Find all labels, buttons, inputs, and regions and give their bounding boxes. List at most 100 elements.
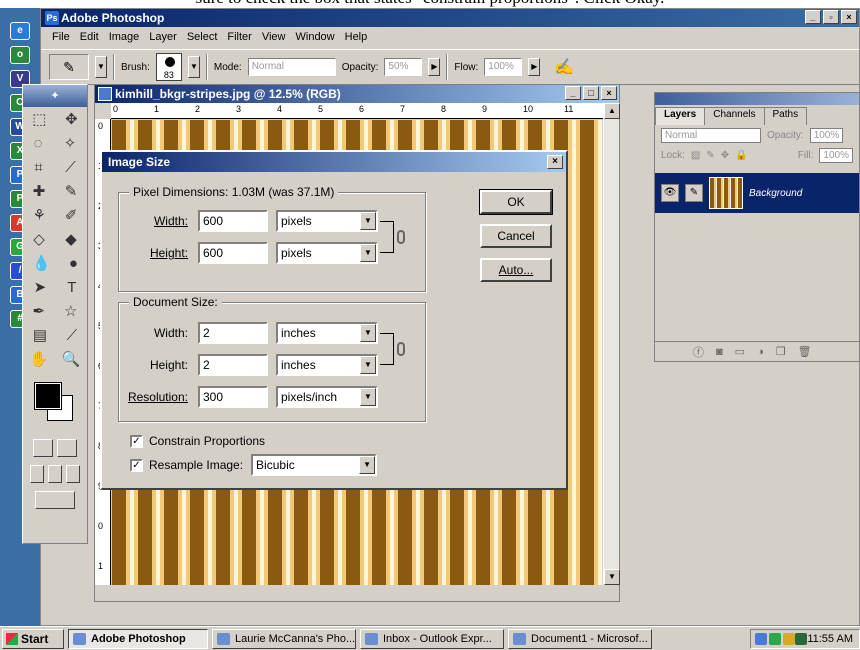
menu-file[interactable]: File	[47, 31, 75, 43]
close-icon[interactable]: ×	[841, 10, 857, 24]
blend-mode-select[interactable]: Normal	[661, 127, 761, 143]
clone-stamp-tool-icon[interactable]: ⚘	[32, 206, 45, 224]
adjustment-layer-icon[interactable]: ◑	[757, 346, 764, 358]
magic-wand-tool-icon[interactable]: ✧	[64, 134, 77, 152]
opacity-input[interactable]: 50%	[384, 58, 423, 76]
pixel-height-input[interactable]: 600	[198, 242, 268, 264]
menu-filter[interactable]: Filter	[222, 31, 256, 43]
layer-style-icon[interactable]: ⓕ	[693, 344, 704, 360]
resample-image-row[interactable]: ✓ Resample Image: Bicubic ▼	[130, 454, 378, 476]
task-word[interactable]: Document1 - Microsof...	[508, 628, 652, 649]
airbrush-icon[interactable]: ✍	[554, 57, 574, 77]
crop-tool-icon[interactable]: ⌗	[34, 159, 42, 176]
shape-tool-icon[interactable]: ☆	[64, 302, 77, 320]
eye-icon[interactable]: 👁	[661, 184, 679, 202]
hand-tool-icon[interactable]: ✋	[30, 350, 49, 368]
flow-slider-arrow-icon[interactable]: ▶	[528, 58, 541, 76]
vertical-scrollbar[interactable]: ▲ ▼	[603, 103, 620, 585]
resolution-unit-select[interactable]: pixels/inch ▼	[276, 386, 378, 408]
eyedropper-tool-icon[interactable]: ⟋	[67, 327, 78, 344]
menu-help[interactable]: Help	[340, 31, 373, 43]
outlook-icon[interactable]: o	[10, 46, 30, 64]
doc-width-unit-select[interactable]: inches ▼	[276, 322, 378, 344]
tab-paths[interactable]: Paths	[763, 107, 808, 125]
task-photoshop[interactable]: Adobe Photoshop	[68, 628, 208, 649]
menu-edit[interactable]: Edit	[75, 31, 104, 43]
jump-to-imageready-icon[interactable]	[35, 491, 75, 509]
fill-input[interactable]: 100%	[819, 147, 853, 163]
screen-mode-full-icon[interactable]	[66, 465, 80, 483]
scroll-down-icon[interactable]: ▼	[604, 569, 620, 585]
pixel-width-input[interactable]: 600	[198, 210, 268, 232]
history-brush-tool-icon[interactable]: ✐	[65, 206, 78, 224]
lock-all-icon[interactable]: 🔒	[735, 150, 747, 161]
ie-icon[interactable]: e	[10, 22, 30, 40]
task-browser[interactable]: Laurie McCanna's Pho...	[212, 628, 356, 649]
lock-image-icon[interactable]: ✎	[706, 150, 714, 161]
mode-select[interactable]: Normal	[247, 58, 336, 76]
minimize-icon[interactable]: _	[805, 10, 821, 24]
notes-tool-icon[interactable]: ▤	[33, 326, 47, 344]
brush-picker[interactable]: 83	[155, 53, 182, 81]
cancel-button[interactable]: Cancel	[480, 224, 552, 248]
screen-mode-full-menu-icon[interactable]	[48, 465, 62, 483]
layer-mask-icon[interactable]: ◙	[716, 346, 723, 358]
new-layer-icon[interactable]: ❐	[776, 345, 786, 358]
menu-image[interactable]: Image	[104, 31, 145, 43]
network-icon[interactable]	[755, 632, 768, 645]
pixel-width-unit-select[interactable]: pixels ▼	[276, 210, 378, 232]
quick-mask-mode-icon[interactable]	[57, 439, 77, 457]
doc-close-icon[interactable]: ×	[601, 86, 617, 100]
type-tool-icon[interactable]: T	[67, 279, 76, 296]
lock-transparency-icon[interactable]: ▧	[691, 150, 700, 161]
opacity-slider-arrow-icon[interactable]: ▶	[428, 58, 441, 76]
brush-tool-preset-icon[interactable]: ✎	[49, 54, 89, 80]
start-button[interactable]: Start	[2, 628, 64, 649]
doc-maximize-icon[interactable]: □	[583, 86, 599, 100]
antivirus-icon[interactable]	[769, 632, 782, 645]
doc-height-input[interactable]: 2	[198, 354, 268, 376]
path-selection-tool-icon[interactable]: ➤	[34, 278, 47, 296]
healing-brush-tool-icon[interactable]: ✚	[33, 182, 46, 200]
zoom-tool-icon[interactable]: 🔍	[62, 350, 81, 368]
resolution-input[interactable]: 300	[198, 386, 268, 408]
dialog-close-icon[interactable]: ×	[547, 155, 563, 169]
layer-row-background[interactable]: 👁 ✎ Background	[655, 173, 859, 213]
dodge-tool-icon[interactable]: ●	[69, 255, 78, 272]
doc-width-input[interactable]: 2	[198, 322, 268, 344]
task-outlook[interactable]: Inbox - Outlook Expr...	[360, 628, 504, 649]
tab-channels[interactable]: Channels	[704, 107, 765, 125]
doc-height-unit-select[interactable]: inches ▼	[276, 354, 378, 376]
eraser-tool-icon[interactable]: ◇	[33, 230, 45, 248]
resample-image-checkbox[interactable]: ✓	[130, 458, 143, 472]
lasso-tool-icon[interactable]: ◌	[34, 135, 43, 152]
constrain-proportions-checkbox[interactable]: ✓	[130, 434, 143, 448]
layer-opacity-input[interactable]: 100%	[809, 127, 844, 143]
paint-bucket-tool-icon[interactable]: ◆	[65, 230, 77, 248]
marquee-tool-icon[interactable]: ⬚	[32, 110, 46, 128]
preset-dropdown-icon[interactable]: ▼	[95, 56, 107, 78]
constrain-proportions-row[interactable]: ✓ Constrain Proportions	[130, 430, 265, 452]
menu-window[interactable]: Window	[291, 31, 340, 43]
slice-tool-icon[interactable]: ⟋	[65, 159, 76, 176]
scroll-up-icon[interactable]: ▲	[604, 103, 620, 119]
delete-layer-icon[interactable]: 🗑	[798, 345, 812, 358]
doc-minimize-icon[interactable]: _	[565, 86, 581, 100]
brush-dropdown-icon[interactable]: ▼	[187, 56, 200, 78]
screen-mode-standard-icon[interactable]	[30, 465, 44, 483]
menu-view[interactable]: View	[257, 31, 291, 43]
new-set-icon[interactable]: ▭	[735, 345, 745, 358]
messenger-icon[interactable]	[783, 632, 796, 645]
volume-icon[interactable]	[795, 632, 808, 645]
brush-link-icon[interactable]: ✎	[685, 184, 703, 202]
tab-layers[interactable]: Layers	[655, 107, 706, 125]
pixel-height-unit-select[interactable]: pixels ▼	[276, 242, 378, 264]
menu-select[interactable]: Select	[182, 31, 223, 43]
flow-input[interactable]: 100%	[484, 58, 523, 76]
restore-icon[interactable]: ▫	[823, 10, 839, 24]
menu-layer[interactable]: Layer	[144, 31, 182, 43]
lock-position-icon[interactable]: ✥	[721, 150, 729, 161]
brush-tool-icon[interactable]: ✎	[65, 182, 78, 200]
auto-button[interactable]: Auto...	[480, 258, 552, 282]
foreground-color-swatch[interactable]	[34, 382, 62, 410]
